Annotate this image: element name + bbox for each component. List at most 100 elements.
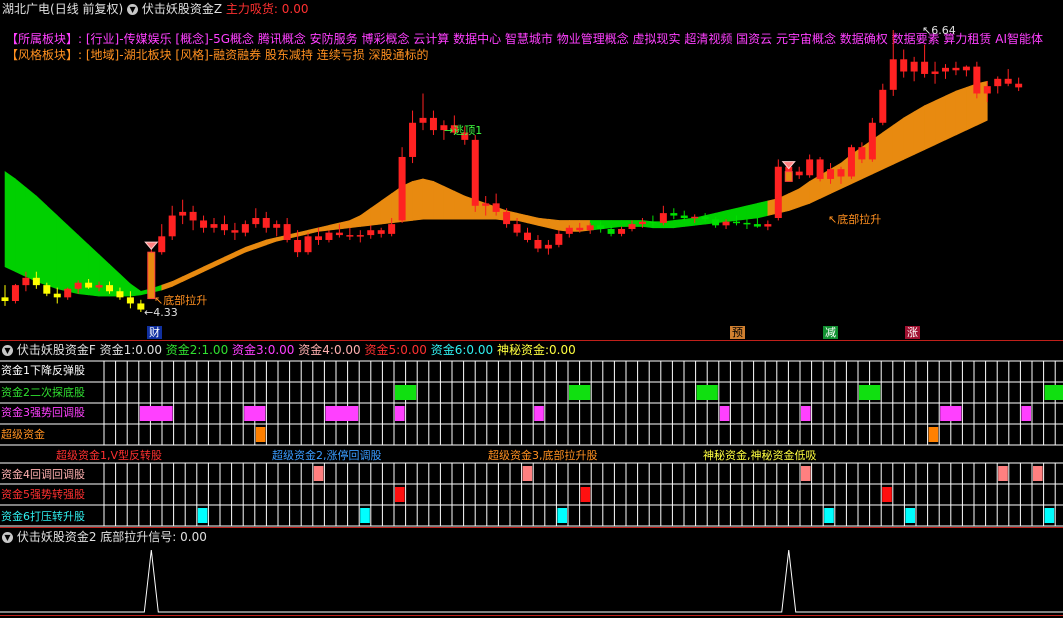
trend-band-segment — [161, 281, 173, 291]
candle-body — [200, 220, 208, 228]
fund2-cell — [569, 385, 591, 400]
candle-body — [315, 236, 322, 240]
candle-body — [189, 211, 197, 221]
signal-value: 0.00 — [180, 530, 207, 544]
bottom-rise-annotation-2: ↖底部拉升 — [828, 213, 881, 227]
trend-band-segment — [171, 276, 183, 287]
marker-zhang[interactable]: 涨 — [905, 326, 920, 339]
candle-body — [346, 235, 354, 237]
candle-body — [753, 224, 761, 227]
trend-band-segment — [798, 180, 810, 208]
candle-body — [294, 239, 302, 253]
fund6-cell — [197, 508, 208, 523]
bottom-rise-annotation-1: ↖底部拉升 — [154, 294, 207, 308]
escape-arrow-icon: → — [444, 124, 454, 137]
candle-body — [398, 156, 406, 221]
trend-band-segment — [809, 174, 821, 204]
trend-band-segment — [757, 200, 769, 219]
fund6-value: 0.00 — [466, 343, 494, 357]
bottom-rise-candle — [784, 171, 793, 182]
candle-body — [471, 139, 479, 206]
candle-body — [701, 216, 709, 220]
candle-body — [555, 233, 563, 245]
fund4-cell — [801, 466, 811, 481]
panel2-menu-icon[interactable]: ▼ — [2, 345, 13, 356]
high-price-annotation: ↖6.64 — [922, 24, 956, 38]
candle-body — [638, 221, 646, 225]
panel2-title[interactable]: 伏击妖股资金F — [17, 343, 96, 357]
signal-chart[interactable] — [0, 546, 1063, 616]
row-label-5: 资金4回调回调股 — [1, 468, 85, 481]
trend-band-segment — [234, 246, 246, 258]
panel3-title[interactable]: 伏击妖股资金2 — [17, 530, 97, 544]
candle-body — [524, 232, 531, 240]
marker-jian[interactable]: 减 — [823, 326, 838, 339]
candle-body — [482, 203, 490, 206]
trend-band-segment — [245, 243, 257, 253]
trend-band-segment — [422, 178, 434, 220]
trend-band-segment — [88, 244, 100, 297]
trend-band-segment — [297, 229, 309, 237]
candle-body — [241, 224, 249, 233]
candle-body — [262, 218, 270, 228]
candle-body — [95, 285, 103, 288]
row-label-2: 资金2二次探底股 — [1, 386, 85, 399]
candle-body — [503, 211, 511, 225]
super-label-2: 超级资金2,涨停回调股 — [272, 449, 382, 462]
candle-body — [733, 221, 740, 224]
candle-body — [649, 221, 657, 224]
trend-band-segment — [255, 239, 267, 249]
candle-body — [931, 71, 939, 74]
candle-body — [847, 147, 855, 177]
trend-band-segment — [443, 185, 455, 220]
fund3-cell — [801, 406, 811, 421]
candle-body — [795, 171, 803, 176]
fund1-label: 资金1: — [99, 343, 136, 357]
candle-body — [670, 213, 678, 216]
trend-band-segment — [46, 205, 58, 290]
candle-body — [607, 228, 615, 234]
candle-body — [11, 285, 19, 302]
marker-cai[interactable]: 财 — [147, 326, 162, 339]
candle-body — [743, 222, 751, 225]
trend-band-segment — [882, 124, 894, 170]
candle-body — [1004, 78, 1012, 84]
row-label-1: 资金1下降反弹股 — [1, 364, 85, 377]
candle-body — [116, 291, 124, 298]
fund4-cell — [522, 466, 533, 481]
candle-body — [429, 117, 437, 131]
super-fund-cell — [928, 427, 939, 442]
fund6-cell — [360, 508, 370, 523]
price-chart[interactable] — [0, 0, 1063, 340]
super-fund-cell — [255, 427, 266, 442]
fund4-cell — [998, 466, 1008, 481]
bottom-rise-text: 底部拉升 — [837, 213, 882, 226]
candle-body — [806, 159, 814, 176]
trend-band-segment — [412, 178, 424, 221]
low-price-annotation: ←4.33 — [144, 306, 178, 320]
candle-body — [367, 230, 375, 236]
signal-label: 底部拉升信号: — [100, 530, 177, 544]
candle-body — [597, 225, 605, 229]
fund3-cell — [139, 406, 173, 421]
panel3-header: ▼ 伏击妖股资金2 底部拉升信号: 0.00 — [2, 530, 207, 545]
marker-yu[interactable]: 预 — [730, 326, 745, 339]
candle-body — [513, 224, 521, 233]
trend-band-segment — [516, 212, 528, 224]
candle-body — [576, 227, 584, 231]
candle-body — [273, 224, 281, 228]
fund-grid[interactable] — [0, 359, 1063, 527]
candle-body — [179, 211, 187, 216]
candle-body — [952, 67, 960, 71]
candle-body — [53, 293, 61, 298]
candle-body — [1, 297, 9, 302]
trend-band-segment — [934, 95, 946, 146]
high-price-text: 6.64 — [931, 24, 956, 37]
candle-body — [158, 236, 166, 253]
candle-body — [252, 218, 260, 225]
candle-body — [879, 89, 887, 123]
candle-body — [565, 227, 573, 234]
fund4-label: 资金4: — [298, 343, 334, 357]
candle-body — [32, 277, 40, 286]
panel3-menu-icon[interactable]: ▼ — [2, 532, 13, 543]
